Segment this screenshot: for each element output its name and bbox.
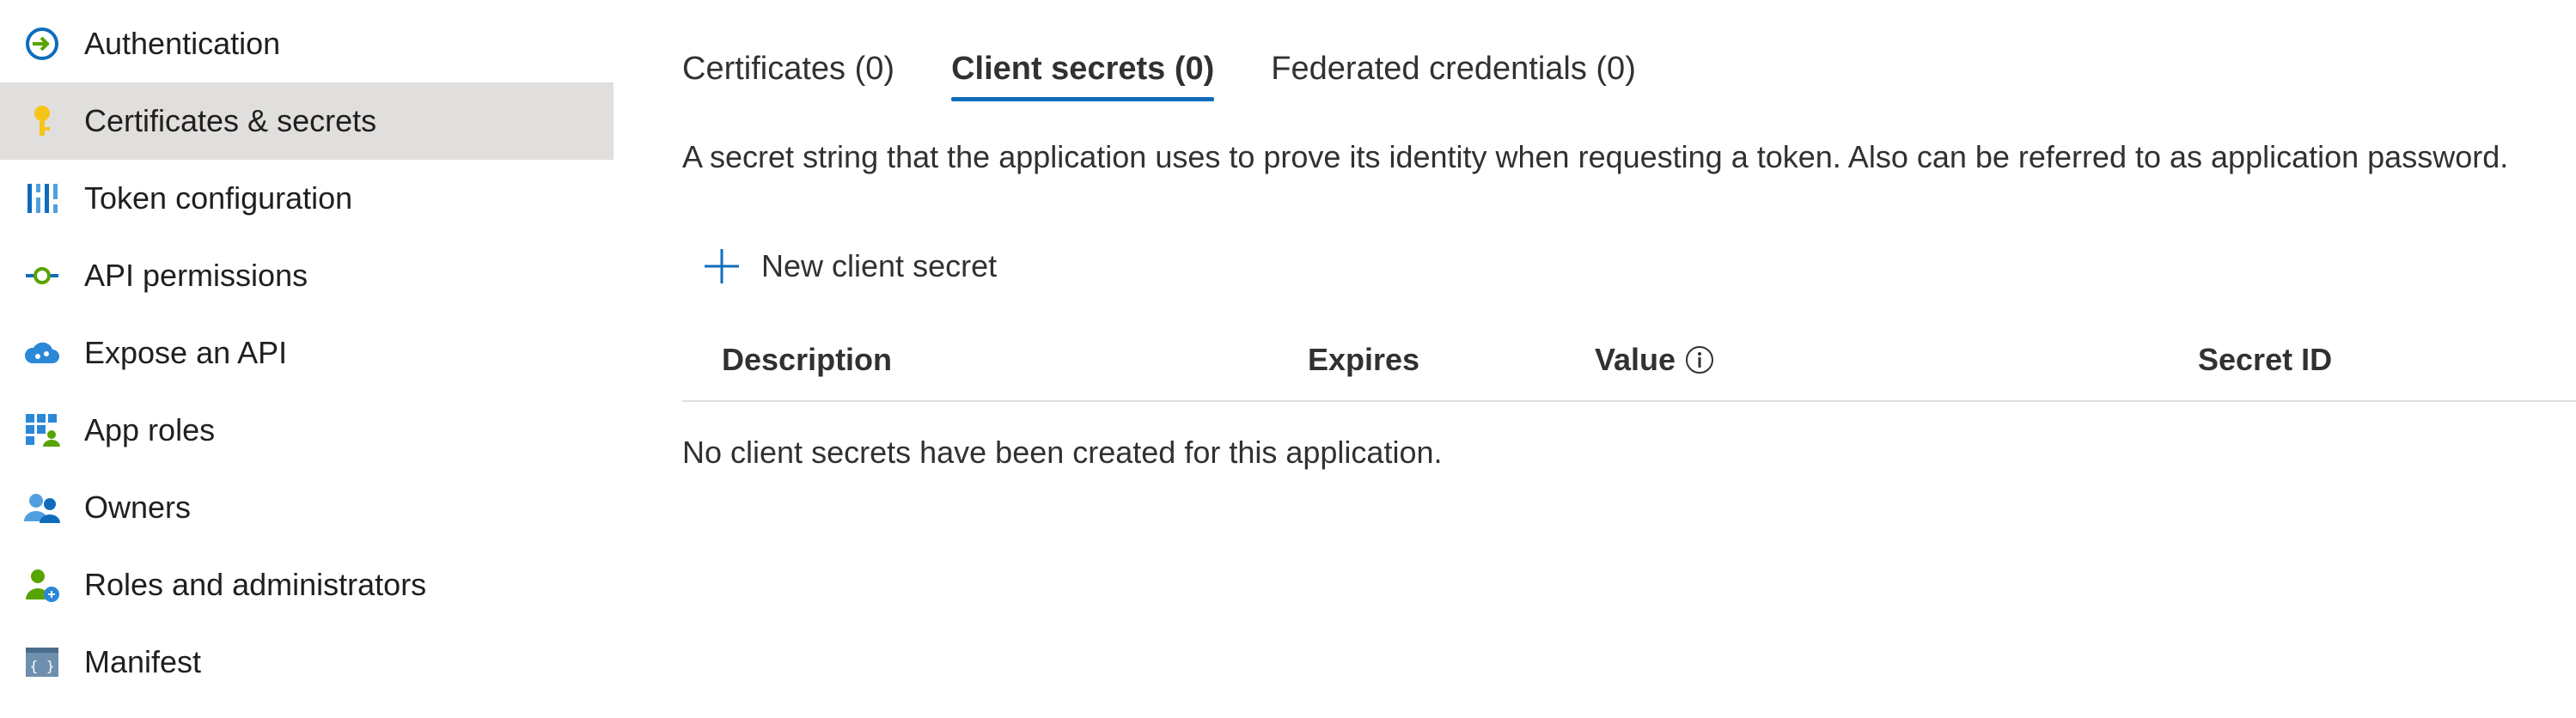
section-description: A secret string that the application use… [682,139,2509,174]
column-header-label: Value [1595,342,1676,377]
sidebar-item-label: API permissions [84,258,308,293]
info-icon[interactable] [1684,344,1715,375]
sidebar-item-token-configuration[interactable]: Token configuration [0,160,613,237]
api-permissions-icon [22,256,62,295]
plus-icon [705,249,739,283]
main-content: Certificates (0) Client secrets (0) Fede… [613,0,2576,718]
column-header-expires: Expires [1308,342,1419,378]
sidebar-item-certificates-secrets[interactable]: Certificates & secrets [0,82,613,160]
column-header-value: Value [1595,342,1715,378]
sidebar-item-label: App roles [84,412,216,447]
owners-icon [22,488,62,527]
sidebar-item-manifest[interactable]: { } Manifest [0,624,613,701]
tab-bar: Certificates (0) Client secrets (0) Fede… [682,41,1693,110]
authentication-icon [22,24,62,64]
column-header-description: Description [722,342,892,378]
key-icon [22,101,62,141]
sidebar-item-label: Manifest [84,644,202,679]
column-header-label: Expires [1308,342,1420,377]
table-header: Description Expires Value Secret ID [682,330,2576,402]
sidebar-item-label: Certificates & secrets [84,103,377,138]
roles-admin-icon [22,565,62,605]
tab-federated-credentials[interactable]: Federated credentials (0) [1271,41,1636,101]
sidebar-item-label: Authentication [84,26,281,61]
cloud-api-icon [22,333,62,373]
sidebar-item-label: Expose an API [84,335,288,370]
token-config-icon [22,179,62,218]
sidebar-item-authentication[interactable]: Authentication [0,5,613,82]
sidebar-item-label: Token configuration [84,180,353,216]
svg-text:{ }: { } [30,658,55,674]
column-header-label: Secret ID [2198,342,2333,377]
new-client-secret-label: New client secret [761,248,998,283]
sidebar-item-label: Roles and administrators [84,567,427,602]
empty-state-message: No client secrets have been created for … [682,435,1443,470]
manifest-icon: { } [22,642,62,682]
sidebar-item-expose-api[interactable]: Expose an API [0,314,613,392]
sidebar-item-roles-administrators[interactable]: Roles and administrators [0,546,613,624]
column-header-secret-id: Secret ID [2198,342,2332,378]
app-roles-icon [22,411,62,450]
sidebar-nav: Authentication Certificates & secrets To… [0,0,613,718]
sidebar-item-owners[interactable]: Owners [0,469,613,546]
sidebar-item-label: Owners [84,490,192,525]
column-header-label: Description [722,342,893,377]
tab-client-secrets[interactable]: Client secrets (0) [951,41,1215,101]
sidebar-item-app-roles[interactable]: App roles [0,392,613,469]
sidebar-item-api-permissions[interactable]: API permissions [0,237,613,314]
new-client-secret-button[interactable]: New client secret [703,247,997,285]
tab-certificates[interactable]: Certificates (0) [682,41,894,101]
